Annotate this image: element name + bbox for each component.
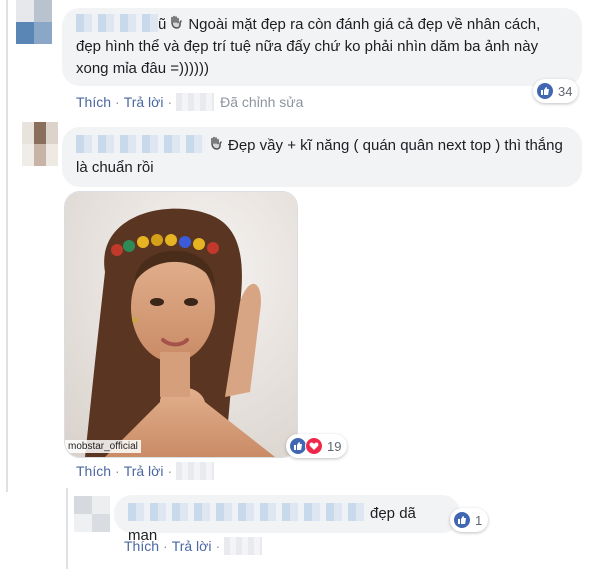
reaction-summary[interactable]: 1: [450, 508, 489, 532]
attached-photo[interactable]: mobstar_official: [64, 191, 298, 458]
reaction-count: 19: [327, 438, 342, 454]
love-reaction-icon: [305, 437, 323, 455]
avatar[interactable]: [16, 0, 52, 44]
redacted-name[interactable]: [76, 14, 158, 32]
photo-watermark: mobstar_official: [65, 440, 141, 453]
redacted-timestamp[interactable]: [176, 93, 215, 111]
redacted-name[interactable]: [128, 503, 364, 521]
comment-actions: Thích · Trả lời ·: [76, 462, 220, 480]
reply-thread-line: [66, 488, 68, 569]
like-button[interactable]: Thích: [76, 94, 111, 110]
reaction-count: 1: [475, 512, 483, 528]
reply-button[interactable]: Trả lời: [124, 463, 164, 479]
avatar[interactable]: [22, 122, 58, 166]
like-reaction-icon: [453, 511, 471, 529]
wave-hand-icon: [168, 14, 184, 36]
thread-line: [6, 112, 8, 492]
name-fragment: ũ: [158, 16, 167, 33]
reply-actions: Thích · Trả lời ·: [124, 537, 268, 555]
comment-bubble: ũ Ngoài mặt đẹp ra còn đánh giá cả đẹp v…: [62, 8, 582, 86]
comment-bubble: Đẹp vầy + kĩ năng ( quán quân next top )…: [62, 127, 582, 187]
wave-hand-icon: [208, 135, 224, 157]
reaction-summary[interactable]: 34: [533, 79, 579, 103]
redacted-timestamp[interactable]: [224, 537, 263, 555]
edited-label: Đã chỉnh sửa: [220, 94, 304, 110]
reply-button[interactable]: Trả lời: [172, 538, 212, 554]
reaction-count: 34: [558, 83, 573, 99]
reaction-summary[interactable]: 19: [286, 434, 348, 458]
reply-button[interactable]: Trả lời: [124, 94, 164, 110]
like-reaction-icon: [536, 82, 554, 100]
like-button[interactable]: Thích: [124, 538, 159, 554]
redacted-name[interactable]: [76, 135, 206, 153]
redacted-timestamp[interactable]: [176, 462, 215, 480]
like-button[interactable]: Thích: [76, 463, 111, 479]
reply-bubble: đẹp dã man: [114, 495, 460, 544]
avatar[interactable]: [74, 496, 110, 532]
comment-actions: Thích · Trả lời · Đã chỉnh sửa: [76, 93, 304, 111]
portrait-image: [65, 192, 297, 457]
thread-line: [6, 0, 8, 112]
